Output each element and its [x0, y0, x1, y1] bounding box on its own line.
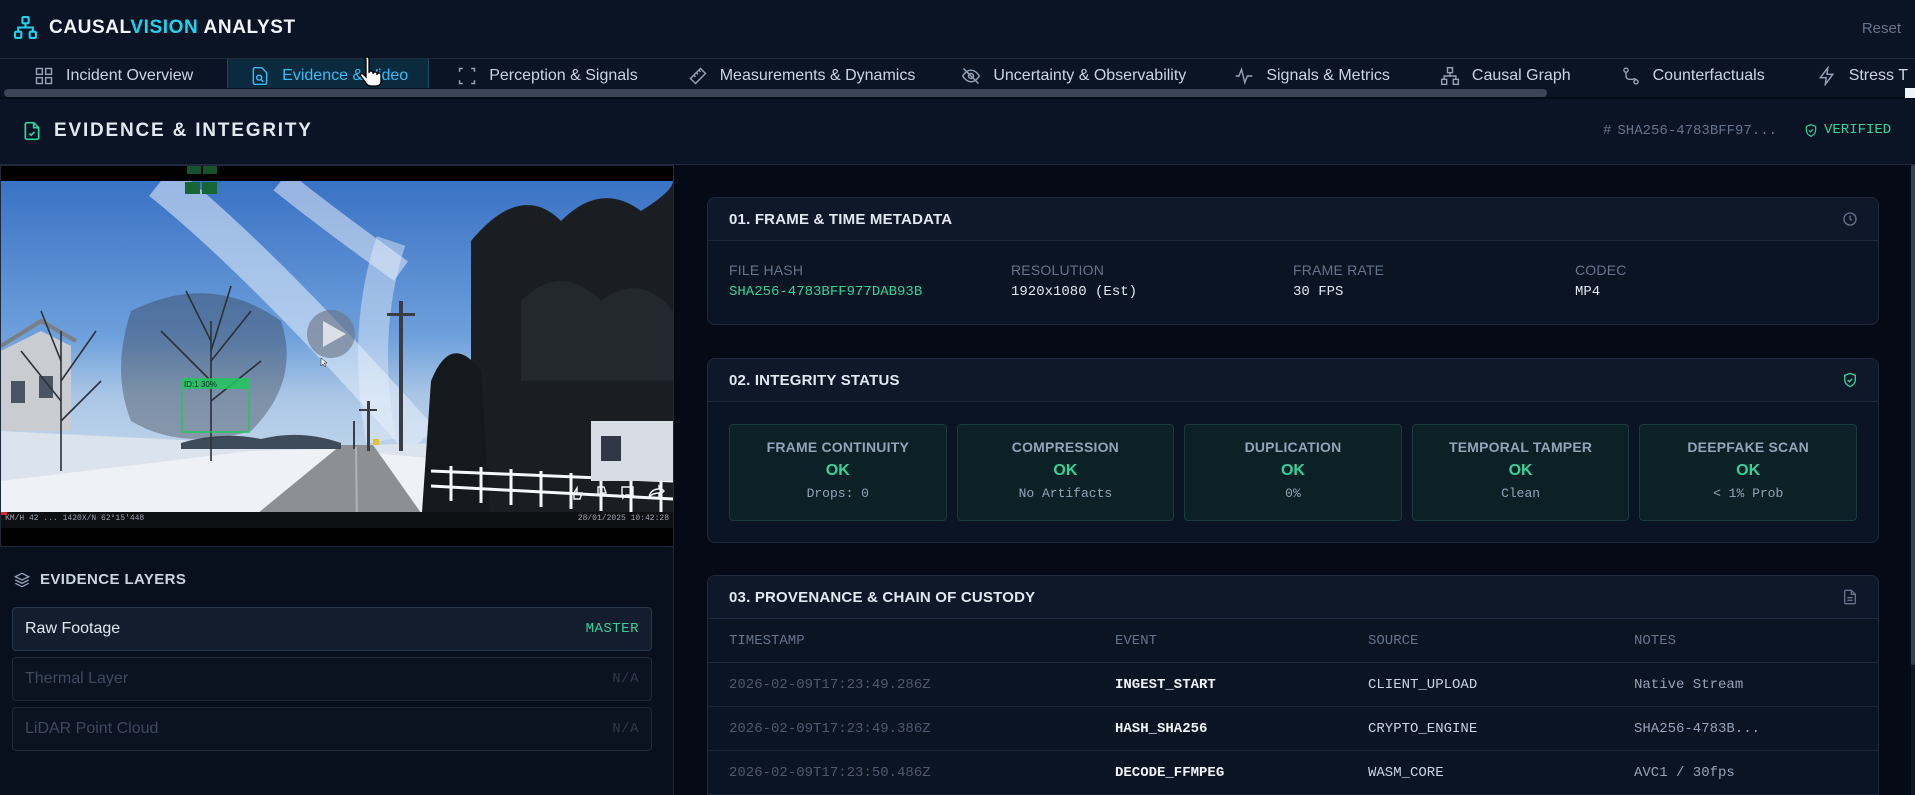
evidence-layers-header: EVIDENCE LAYERS [14, 571, 186, 588]
table-row[interactable]: 2026-02-09T17:23:50.486Z DECODE_FFMPEG W… [708, 751, 1878, 795]
ruler-icon [689, 66, 707, 85]
evidence-left-panel: ID:1 30% KM/H 42 ... 1420X/N 62°15'448 2… [0, 165, 674, 795]
provenance-card: 03. PROVENANCE & CHAIN OF CUSTODY TIMEST… [707, 575, 1879, 795]
card-header: 01. FRAME & TIME METADATA [708, 198, 1878, 241]
top-bar: CAUSALVISION ANALYST Reset [0, 0, 1915, 58]
video-progress[interactable] [1, 512, 7, 515]
check-duplication: DUPLICATION OK 0% [1184, 424, 1402, 521]
layer-name: Thermal Layer [25, 670, 129, 687]
tab-incident-overview[interactable]: Incident Overview [0, 59, 227, 91]
document-icon [1844, 589, 1856, 605]
overlay-indicator [185, 182, 200, 194]
table-header: TIMESTAMP EVENT SOURCE NOTES [708, 619, 1878, 663]
check-deepfake-scan: DEEPFAKE SCAN OK < 1% Prob [1639, 424, 1857, 521]
check-compression: COMPRESSION OK No Artifacts [956, 424, 1175, 521]
tab-label: Stress T [1848, 66, 1908, 84]
card-title: 03. PROVENANCE & CHAIN OF CUSTODY [729, 588, 1036, 606]
layer-badge: MASTER [585, 621, 639, 637]
tab-label: Incident Overview [66, 66, 194, 84]
file-hash-short: # SHA256-4783BFF97... [1603, 123, 1778, 139]
layer-badge: N/A [612, 721, 639, 737]
mouse-pointer-icon [359, 56, 382, 87]
tab-scrollbar[interactable] [0, 88, 1915, 97]
video-info-strip: KM/H 42 ... 1420X/N 62°15'448 28/01/2025… [1, 512, 673, 528]
pulse-icon [1235, 66, 1253, 85]
meta-codec: CODEC MP4 [1575, 262, 1627, 300]
file-check-icon [24, 121, 40, 141]
layer-raw-footage[interactable]: Raw Footage MASTER [12, 607, 652, 651]
layer-name: Raw Footage [25, 620, 121, 637]
tab-label: Causal Graph [1471, 66, 1571, 84]
tab-causal-graph[interactable]: Causal Graph [1424, 59, 1605, 91]
tab-counterfactuals[interactable]: Counterfactuals [1605, 59, 1799, 91]
grid-icon [35, 67, 53, 84]
layers-icon [14, 572, 30, 587]
section-header: EVIDENCE & INTEGRITY # SHA256-4783BFF97..… [0, 99, 1915, 165]
network-icon [1440, 66, 1459, 85]
meta-resolution: RESOLUTION 1920x1080 (Est) [1011, 262, 1138, 300]
overlay-indicator [202, 182, 217, 194]
app-title: CAUSALVISION ANALYST [49, 16, 296, 38]
card-title: 02. INTEGRITY STATUS [729, 371, 900, 389]
tab-stress-test[interactable]: Stress T [1799, 59, 1915, 91]
lightning-icon [1818, 65, 1834, 86]
tab-bar: Incident Overview Evidence & Video Perce… [0, 58, 1915, 91]
frame-metadata-card: 01. FRAME & TIME METADATA FILE HASH SHA2… [707, 197, 1879, 325]
video-frame[interactable]: ID:1 30% [1, 181, 673, 527]
video-player[interactable]: ID:1 30% KM/H 42 ... 1420X/N 62°15'448 2… [0, 165, 674, 547]
tab-perception-signals[interactable]: Perception & Signals [429, 59, 672, 91]
clock-icon [1843, 212, 1857, 226]
shield-check-icon [1805, 123, 1817, 137]
tab-label: Perception & Signals [489, 66, 638, 84]
meta-file-hash: FILE HASH SHA256-4783BFF977DAB93B [729, 262, 923, 300]
tab-label: Counterfactuals [1652, 66, 1765, 84]
tab-uncertainty-observability[interactable]: Uncertainty & Observability [949, 59, 1220, 91]
shield-check-icon [1844, 372, 1856, 388]
section-title: EVIDENCE & INTEGRITY [22, 120, 313, 142]
meta-frame-rate: FRAME RATE 30 FPS [1293, 262, 1385, 300]
layer-thermal[interactable]: Thermal Layer N/A [12, 657, 652, 701]
video-speed-readout: KM/H 42 ... 1420X/N 62°15'448 [5, 514, 145, 523]
tab-label: Uncertainty & Observability [993, 66, 1187, 84]
file-search-icon [252, 66, 268, 85]
brand[interactable]: CAUSALVISION ANALYST [13, 15, 296, 40]
eye-off-icon [962, 67, 981, 84]
integrity-status-card: 02. INTEGRITY STATUS FRAME CONTINUITY OK… [707, 358, 1879, 543]
check-frame-continuity: FRAME CONTINUITY OK Drops: 0 [729, 424, 947, 521]
tab-label: Measurements & Dynamics [719, 66, 916, 84]
dashcam-scene: ID:1 30% [1, 181, 673, 527]
layer-name: LiDAR Point Cloud [25, 720, 159, 737]
route-icon [1622, 66, 1639, 85]
tab-evidence-video[interactable]: Evidence & Video [227, 59, 430, 91]
scrollbar-thumb[interactable] [4, 89, 1547, 97]
layer-lidar[interactable]: LiDAR Point Cloud N/A [12, 707, 652, 751]
verified-badge: VERIFIED [1804, 122, 1891, 138]
detection-label: ID:1 30% [184, 380, 217, 389]
check-temporal-tamper: TEMPORAL TAMPER OK Clean [1411, 424, 1630, 521]
tab-label: Signals & Metrics [1266, 66, 1390, 84]
tab-signals-metrics[interactable]: Signals & Metrics [1220, 59, 1424, 91]
layer-badge: N/A [612, 671, 639, 687]
card-title: 01. FRAME & TIME METADATA [729, 210, 953, 228]
reset-button[interactable]: Reset [1862, 20, 1901, 37]
card-header: 03. PROVENANCE & CHAIN OF CUSTODY [708, 576, 1878, 619]
network-logo-icon [14, 16, 37, 39]
details-scrollbar[interactable] [1911, 165, 1915, 795]
tab-label: Evidence & Video [282, 66, 409, 84]
scrollbar-end [1905, 88, 1915, 98]
video-top-overlay [187, 166, 217, 174]
video-timestamp: 28/01/2025 10:42:28 [577, 514, 669, 523]
table-row[interactable]: 2026-02-09T17:23:49.386Z HASH_SHA256 CRY… [708, 707, 1878, 751]
tab-measurements-dynamics[interactable]: Measurements & Dynamics [672, 59, 950, 91]
table-row[interactable]: 2026-02-09T17:23:49.286Z INGEST_START CL… [708, 663, 1878, 707]
card-header: 02. INTEGRITY STATUS [708, 359, 1878, 402]
scrollbar-thumb[interactable] [1911, 165, 1915, 665]
scan-frame-icon [458, 67, 476, 84]
